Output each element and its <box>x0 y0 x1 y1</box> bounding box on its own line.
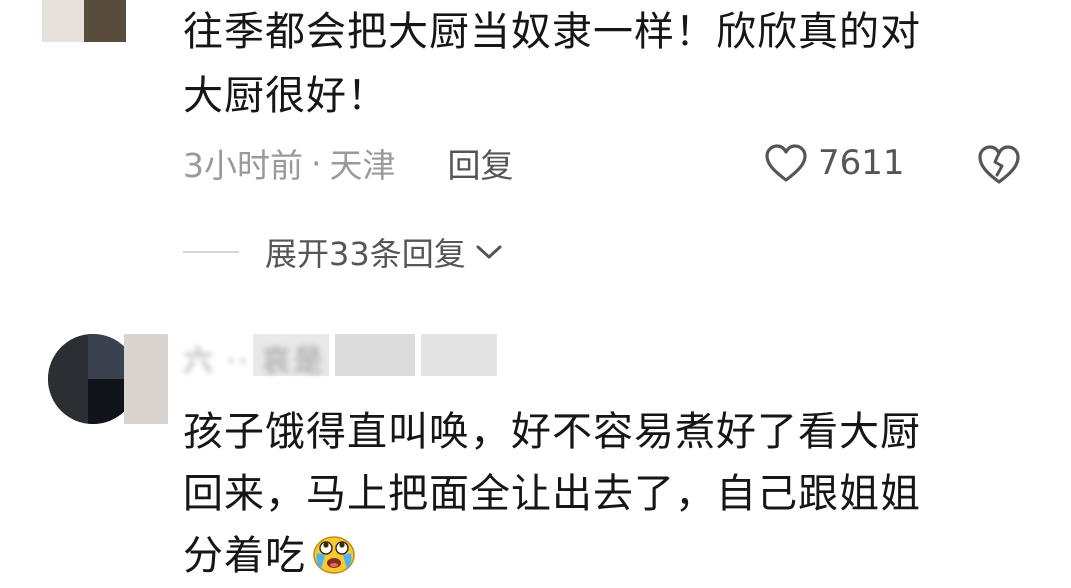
meta-separator: · <box>311 143 322 183</box>
comment-text-line: 大厨很好！ <box>183 73 388 119</box>
crying-face-emoji-icon <box>313 536 355 574</box>
comment-text-fragment: 分着吃 <box>183 533 306 579</box>
comment-text-line: 分着吃 <box>183 524 1043 586</box>
avatar-pixel-block <box>88 379 128 424</box>
like-count: 7611 <box>818 143 905 183</box>
blur-block <box>335 334 415 376</box>
comment-text-line: 往季都会把大厨当奴隶一样！欣欣真的对 <box>183 9 921 55</box>
username-text: 六 ·· 哀是 <box>183 344 326 379</box>
heart-outline-icon <box>765 144 807 182</box>
avatar-pixel-block <box>84 0 126 42</box>
like-button[interactable]: 7611 <box>764 140 905 186</box>
avatar-pixel-block <box>88 334 128 379</box>
comment-text-line: 孩子饿得直叫唤，好不容易煮好了看大厨 <box>183 409 921 455</box>
avatar-pixel-block <box>42 0 84 42</box>
comment-text: 往季都会把大厨当奴隶一样！欣欣真的对 大厨很好！ <box>183 0 1043 128</box>
expand-replies-label: 展开33条回复 <box>265 235 466 273</box>
reply-button[interactable]: 回复 <box>448 139 514 187</box>
divider-dash <box>183 251 239 253</box>
broken-heart-icon[interactable] <box>976 142 1022 186</box>
expand-replies-button[interactable]: 展开33条回复 <box>183 228 504 276</box>
avatar[interactable] <box>42 0 126 42</box>
blur-block <box>421 334 497 376</box>
comment-time: 3小时前 <box>183 146 303 185</box>
comment-text-line: 回来，马上把面全让出去了，自己跟姐姐 <box>183 471 921 517</box>
avatar-pixel-block <box>48 334 88 424</box>
comment-location: 天津 <box>329 146 396 185</box>
chevron-down-icon <box>476 245 502 259</box>
avatar-pixel-block <box>124 334 168 424</box>
comment-meta: 3小时前 · 天津 回复 <box>183 140 514 186</box>
username[interactable]: 六 ·· 哀是 <box>183 334 503 380</box>
comment-text: 孩子饿得直叫唤，好不容易煮好了看大厨 回来，马上把面全让出去了，自己跟姐姐 分着… <box>183 400 1043 586</box>
